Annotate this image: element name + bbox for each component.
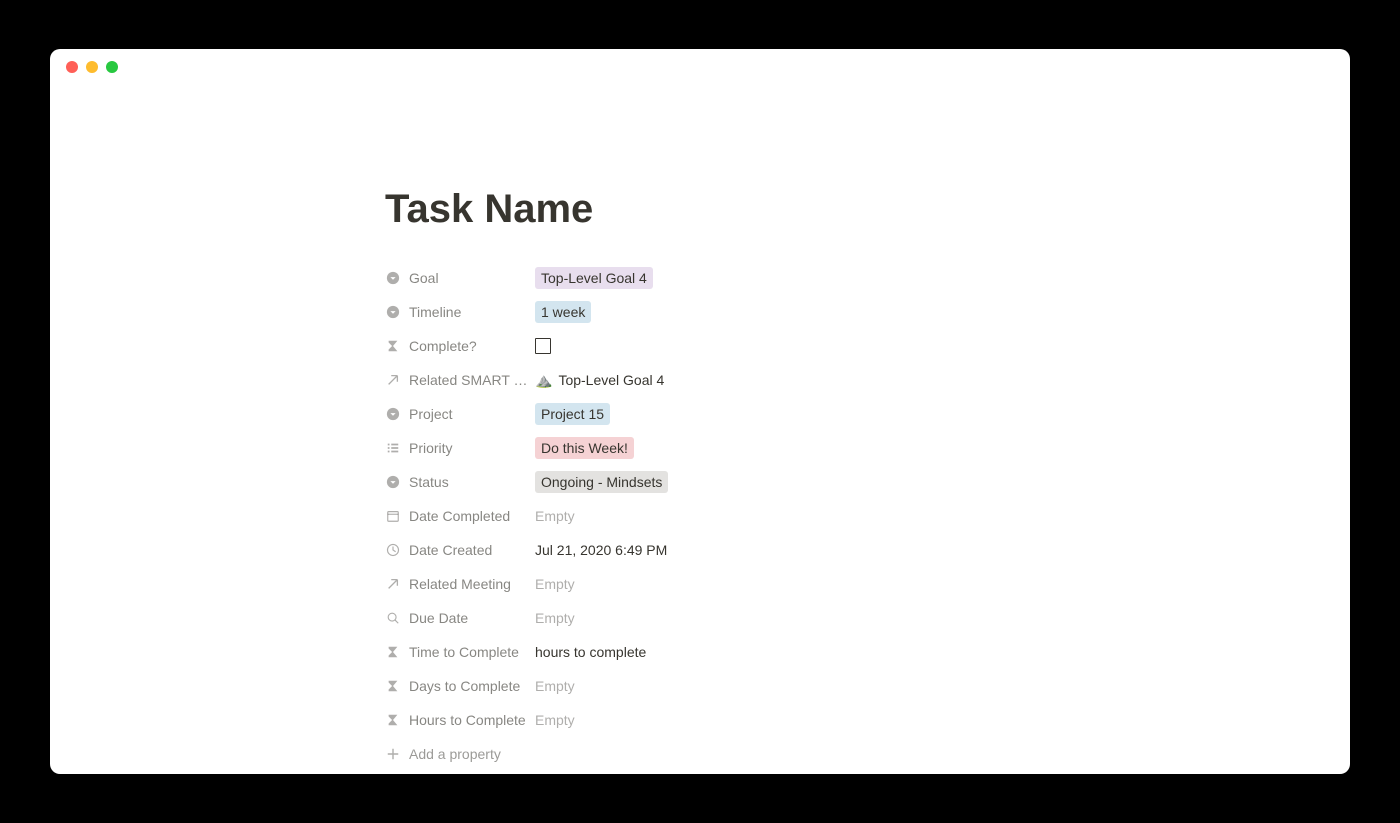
property-goal[interactable]: Goal Top-Level Goal 4 [385,261,1025,295]
add-property-button[interactable]: Add a property [385,737,1025,771]
formula-icon [385,644,401,660]
checkbox-complete[interactable] [535,338,551,354]
property-due-date[interactable]: Due Date Empty [385,601,1025,635]
tag-timeline: 1 week [535,301,591,323]
property-value[interactable]: 1 week [535,301,1025,323]
text-value: hours to complete [535,644,646,660]
property-label: Complete? [409,338,477,354]
property-label: Hours to Complete [409,712,526,728]
property-value[interactable]: hours to complete [535,644,1025,660]
property-complete[interactable]: Complete? [385,329,1025,363]
tag-goal: Top-Level Goal 4 [535,267,653,289]
date-icon [385,508,401,524]
page-title[interactable]: Task Name [385,185,1025,233]
page-content: Task Name Goal Top-Level Goal 4 Timeline [385,85,1025,774]
formula-icon [385,338,401,354]
select-icon [385,474,401,490]
relation-text: Top-Level Goal 4 [558,372,664,388]
property-time-to-complete[interactable]: Time to Complete hours to complete [385,635,1025,669]
property-label: Timeline [409,304,461,320]
property-priority[interactable]: Priority Do this Week! [385,431,1025,465]
window-close-button[interactable] [66,61,78,73]
property-value[interactable]: Empty [535,678,1025,694]
property-date-created[interactable]: Date Created Jul 21, 2020 6:49 PM [385,533,1025,567]
select-icon [385,406,401,422]
formula-icon [385,712,401,728]
property-related-meeting[interactable]: Related Meeting Empty [385,567,1025,601]
property-label: Days to Complete [409,678,520,694]
property-label: Due Date [409,610,468,626]
property-label: Date Created [409,542,492,558]
select-icon [385,304,401,320]
window-minimize-button[interactable] [86,61,98,73]
empty-value: Empty [535,508,575,524]
property-label: Related SMART G... [409,372,535,388]
tag-project: Project 15 [535,403,610,425]
relation-value: ⛰️ Top-Level Goal 4 [535,372,664,389]
tag-status: Ongoing - Mindsets [535,471,668,493]
property-value[interactable]: Do this Week! [535,437,1025,459]
property-value[interactable] [535,338,1025,354]
property-value[interactable]: Empty [535,712,1025,728]
property-hours-to-complete[interactable]: Hours to Complete Empty [385,703,1025,737]
property-value[interactable]: Empty [535,576,1025,592]
mountain-icon: ⛰️ [535,372,552,389]
window-maximize-button[interactable] [106,61,118,73]
property-label: Goal [409,270,439,286]
add-property-label: Add a property [409,746,501,762]
empty-value: Empty [535,576,575,592]
property-label: Related Meeting [409,576,511,592]
empty-value: Empty [535,712,575,728]
property-value[interactable]: Empty [535,610,1025,626]
property-label: Priority [409,440,453,456]
formula-icon [385,678,401,694]
property-value[interactable]: ⛰️ Top-Level Goal 4 [535,372,1025,389]
property-value[interactable]: Ongoing - Mindsets [535,471,1025,493]
property-value[interactable]: Project 15 [535,403,1025,425]
property-label: Status [409,474,449,490]
select-icon [385,270,401,286]
date-value: Jul 21, 2020 6:49 PM [535,542,667,558]
empty-value: Empty [535,610,575,626]
property-project[interactable]: Project Project 15 [385,397,1025,431]
empty-value: Empty [535,678,575,694]
relation-icon [385,372,401,388]
property-date-completed[interactable]: Date Completed Empty [385,499,1025,533]
relation-icon [385,576,401,592]
plus-icon [385,746,401,762]
property-value[interactable]: Jul 21, 2020 6:49 PM [535,542,1025,558]
titlebar [50,49,1350,85]
property-label: Date Completed [409,508,510,524]
property-days-to-complete[interactable]: Days to Complete Empty [385,669,1025,703]
property-status[interactable]: Status Ongoing - Mindsets [385,465,1025,499]
search-icon [385,610,401,626]
property-label: Project [409,406,453,422]
property-related-smart-goal[interactable]: Related SMART G... ⛰️ Top-Level Goal 4 [385,363,1025,397]
property-value[interactable]: Top-Level Goal 4 [535,267,1025,289]
tag-priority: Do this Week! [535,437,634,459]
property-label: Time to Complete [409,644,519,660]
property-value[interactable]: Empty [535,508,1025,524]
clock-icon [385,542,401,558]
multiselect-icon [385,440,401,456]
property-timeline[interactable]: Timeline 1 week [385,295,1025,329]
app-window: Task Name Goal Top-Level Goal 4 Timeline [50,49,1350,774]
